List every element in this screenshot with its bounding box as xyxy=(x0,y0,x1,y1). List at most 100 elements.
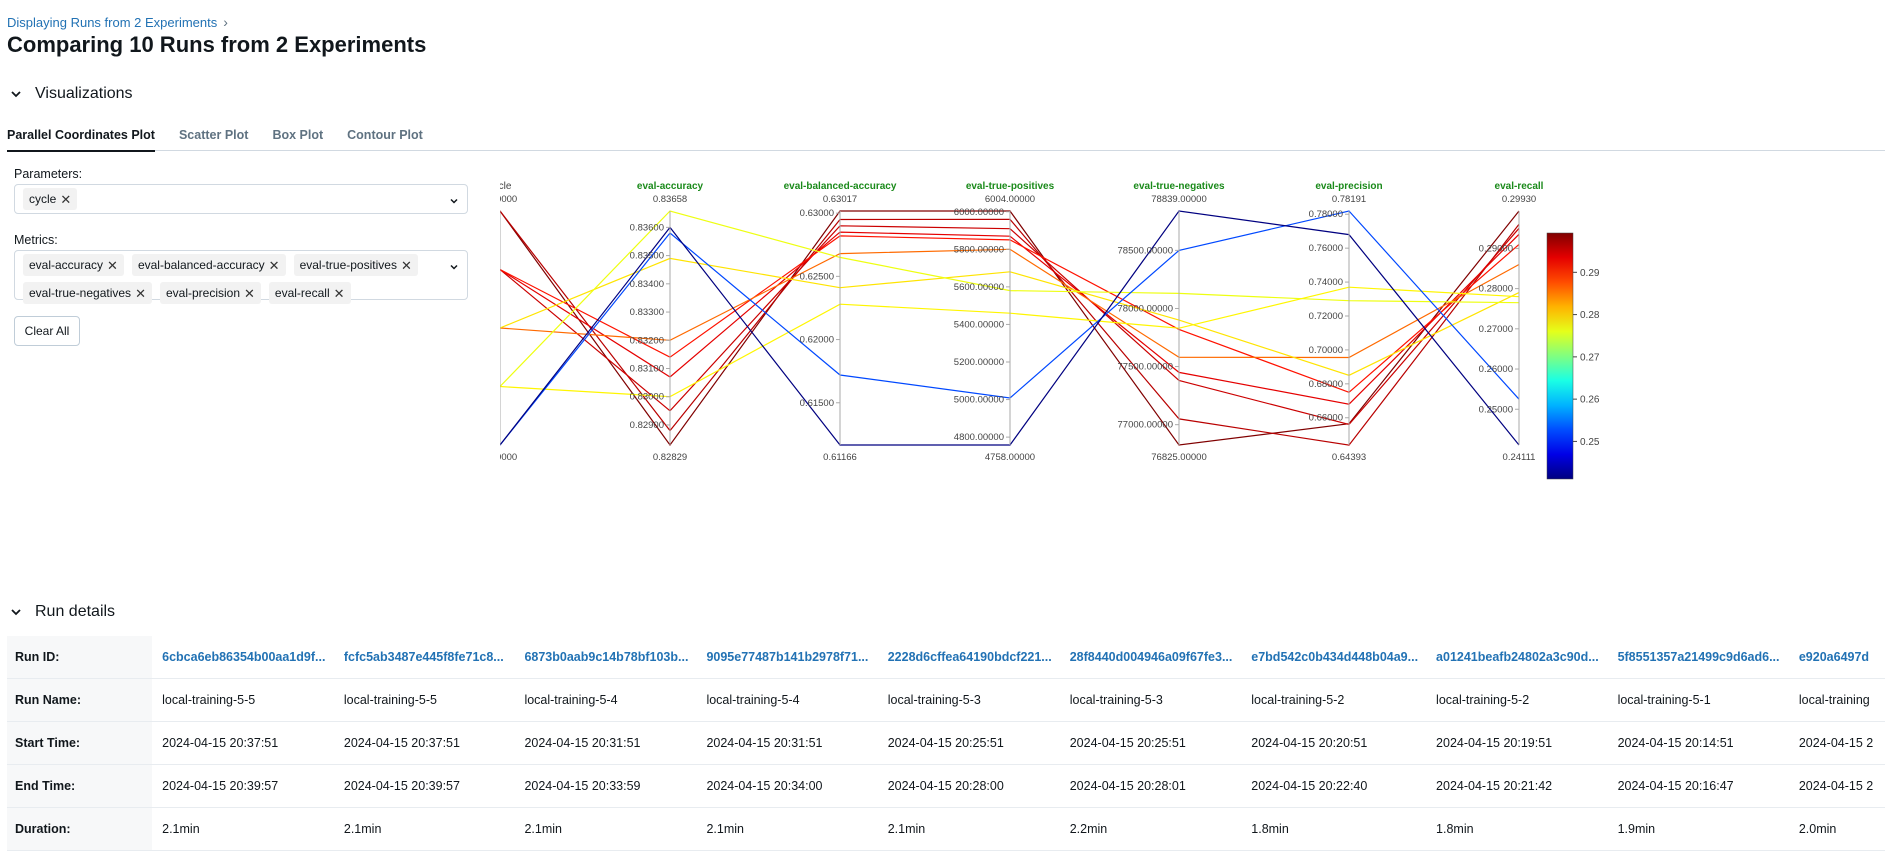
metrics-label: Metrics: xyxy=(14,233,58,247)
axis-tick-label: 0.26000 xyxy=(1479,364,1513,375)
metric-chip: eval-balanced-accuracy ✕ xyxy=(131,254,286,276)
axis-tick-label: 0.83000 xyxy=(630,392,664,403)
table-cell: 2.1min xyxy=(152,807,334,851)
run-id-link[interactable]: 6873b0aab9c14b78bf103b... xyxy=(514,636,697,679)
visualizations-section-toggle[interactable]: Visualizations xyxy=(7,85,133,103)
tab-parallel-coordinates[interactable]: Parallel Coordinates Plot xyxy=(7,124,155,152)
colorbar-tick-label: 0.28 xyxy=(1580,310,1600,321)
run-details-section-title: Run details xyxy=(35,603,116,620)
colorbar-tick-label: 0.27 xyxy=(1580,352,1600,363)
axis-tick-label: 0.66000 xyxy=(1309,413,1343,424)
table-cell: 2024-04-15 20:34:00 xyxy=(696,764,878,808)
chevron-down-icon[interactable] xyxy=(449,259,459,277)
remove-chip-icon[interactable]: ✕ xyxy=(401,259,412,272)
colorbar-gradient xyxy=(1546,232,1574,480)
axis-max-label: 5.00000 xyxy=(500,194,517,205)
axis-tick-label: 0.62000 xyxy=(800,335,834,346)
run-id-link[interactable]: a01241beafb24802a3c90d... xyxy=(1426,636,1608,679)
table-cell: 2024-04-15 20:20:51 xyxy=(1241,721,1427,765)
table-cell: 2024-04-15 20:28:00 xyxy=(877,764,1060,808)
run-id-link[interactable]: 2228d6cffea64190bdcf221... xyxy=(877,636,1060,679)
table-cell: 2024-04-15 20:39:57 xyxy=(333,764,515,808)
axis-tick-label: 0.83100 xyxy=(630,364,664,375)
run-details-section-toggle[interactable]: Run details xyxy=(7,603,115,621)
run-id-link[interactable]: 5f8551357a21499c9d6ad6... xyxy=(1607,636,1789,679)
axis-tick-label: 0.78000 xyxy=(1309,209,1343,220)
tab-box-plot[interactable]: Box Plot xyxy=(272,124,323,150)
parameters-select[interactable]: cycle ✕ xyxy=(14,184,468,214)
table-row: Duration: 2.1min 2.1min 2.1min 2.1min 2.1min 2… xyxy=(7,807,1885,851)
axis-min-label: 1.00000 xyxy=(500,452,517,463)
axis-min-label: 4758.00000 xyxy=(985,452,1035,463)
axis-min-label: 0.24111 xyxy=(1503,452,1536,463)
run-id-link[interactable]: 6cbca6eb86354b00aa1d9f... xyxy=(152,636,334,679)
table-cell: 1.8min xyxy=(1426,807,1608,851)
axis-max-label: 0.63017 xyxy=(823,194,857,205)
table-cell: 2024-04-15 20:16:47 xyxy=(1607,764,1789,808)
metric-chip: eval-true-positives ✕ xyxy=(293,254,418,276)
axis-tick-label: 0.83300 xyxy=(630,307,664,318)
tab-scatter-plot[interactable]: Scatter Plot xyxy=(179,124,248,150)
axis-tick-label: 0.68000 xyxy=(1309,379,1343,390)
axis-min-label: 0.82829 xyxy=(653,452,687,463)
metric-chip: eval-precision ✕ xyxy=(159,282,261,304)
run-id-link[interactable]: 9095e77487b141b2978f71... xyxy=(696,636,878,679)
run-id-link[interactable]: e920a6497d xyxy=(1788,636,1885,679)
metric-chip-label: eval-recall xyxy=(274,286,330,300)
table-cell: 2024-04-15 20:21:42 xyxy=(1426,764,1608,808)
remove-chip-icon[interactable]: ✕ xyxy=(107,259,118,272)
table-cell: 2024-04-15 20:31:51 xyxy=(696,721,878,765)
parallel-coordinates-chart[interactable]: cycle5.000001.000001.000001.500002.00000… xyxy=(500,168,1880,528)
table-cell: local-training-5-1 xyxy=(1607,678,1789,722)
clear-all-button[interactable]: Clear All xyxy=(14,316,80,346)
axis-tick-label: 78500.00000 xyxy=(1118,245,1173,256)
visualizations-section-title: Visualizations xyxy=(35,85,133,102)
axis-title: eval-true-negatives xyxy=(1133,181,1225,192)
table-cell: 2024-04-15 20:28:01 xyxy=(1059,764,1242,808)
breadcrumb-link[interactable]: Displaying Runs from 2 Experiments xyxy=(7,15,217,30)
tab-contour-plot[interactable]: Contour Plot xyxy=(347,124,423,150)
remove-chip-icon[interactable]: ✕ xyxy=(244,287,255,300)
remove-chip-icon[interactable]: ✕ xyxy=(60,193,71,206)
axis-title: eval-precision xyxy=(1315,181,1382,192)
table-cell: 2024-04-15 20:37:51 xyxy=(333,721,515,765)
table-cell: 2.1min xyxy=(696,807,878,851)
colorbar-tick-label: 0.25 xyxy=(1580,437,1600,448)
remove-chip-icon[interactable]: ✕ xyxy=(135,287,146,300)
axis-min-label: 0.64393 xyxy=(1332,452,1366,463)
axis-title: eval-true-positives xyxy=(966,181,1055,192)
axis-tick-label: 0.82900 xyxy=(630,420,664,431)
visualization-tabs: Parallel Coordinates Plot Scatter Plot B… xyxy=(7,124,1885,152)
run-id-link[interactable]: e7bd542c0b434d448b04a9... xyxy=(1241,636,1427,679)
parameter-chip-label: cycle xyxy=(29,192,57,206)
axis-tick-label: 6000.00000 xyxy=(954,207,1004,218)
metric-chip-label: eval-true-negatives xyxy=(29,286,132,300)
table-cell: 2024-04-15 20:22:40 xyxy=(1241,764,1427,808)
table-cell: 2.0min xyxy=(1788,807,1885,851)
table-row: Run ID: 6cbca6eb86354b00aa1d9f... fcfc5ab3… xyxy=(7,636,1885,679)
axis-tick-label: 0.62500 xyxy=(800,271,834,282)
axis-tick-label: 0.74000 xyxy=(1309,277,1343,288)
run-id-link[interactable]: 28f8440d004946a09f67fe3... xyxy=(1059,636,1242,679)
axis-tick-label: 0.70000 xyxy=(1309,345,1343,356)
metrics-select[interactable]: eval-accuracy ✕ eval-balanced-accuracy ✕… xyxy=(14,250,468,304)
chevron-down-icon xyxy=(7,85,25,103)
axis-tick-label: 0.83400 xyxy=(630,279,664,290)
axis-tick-label: 78000.00000 xyxy=(1118,303,1173,314)
axis-tick-label: 0.83500 xyxy=(630,251,664,262)
table-cell: local-training-5-4 xyxy=(514,678,697,722)
table-cell: local-training-5-4 xyxy=(696,678,878,722)
breadcrumb: Displaying Runs from 2 Experiments › xyxy=(7,14,228,30)
colorbar-tick-label: 0.29 xyxy=(1580,268,1600,279)
remove-chip-icon[interactable]: ✕ xyxy=(334,287,345,300)
axis-tick-label: 0.63000 xyxy=(800,208,834,219)
axis-tick-label: 0.29000 xyxy=(1479,243,1513,254)
table-cell: local-training-5-2 xyxy=(1426,678,1608,722)
run-id-link[interactable]: fcfc5ab3487e445f8fe71c8... xyxy=(333,636,515,679)
chevron-down-icon[interactable] xyxy=(449,193,459,211)
remove-chip-icon[interactable]: ✕ xyxy=(269,259,280,272)
row-header: Run ID: xyxy=(7,636,153,679)
axis-max-label: 0.78191 xyxy=(1332,194,1366,205)
table-cell: 1.8min xyxy=(1241,807,1427,851)
table-row: End Time: 2024-04-15 20:39:57 2024-04-15 2… xyxy=(7,764,1885,808)
